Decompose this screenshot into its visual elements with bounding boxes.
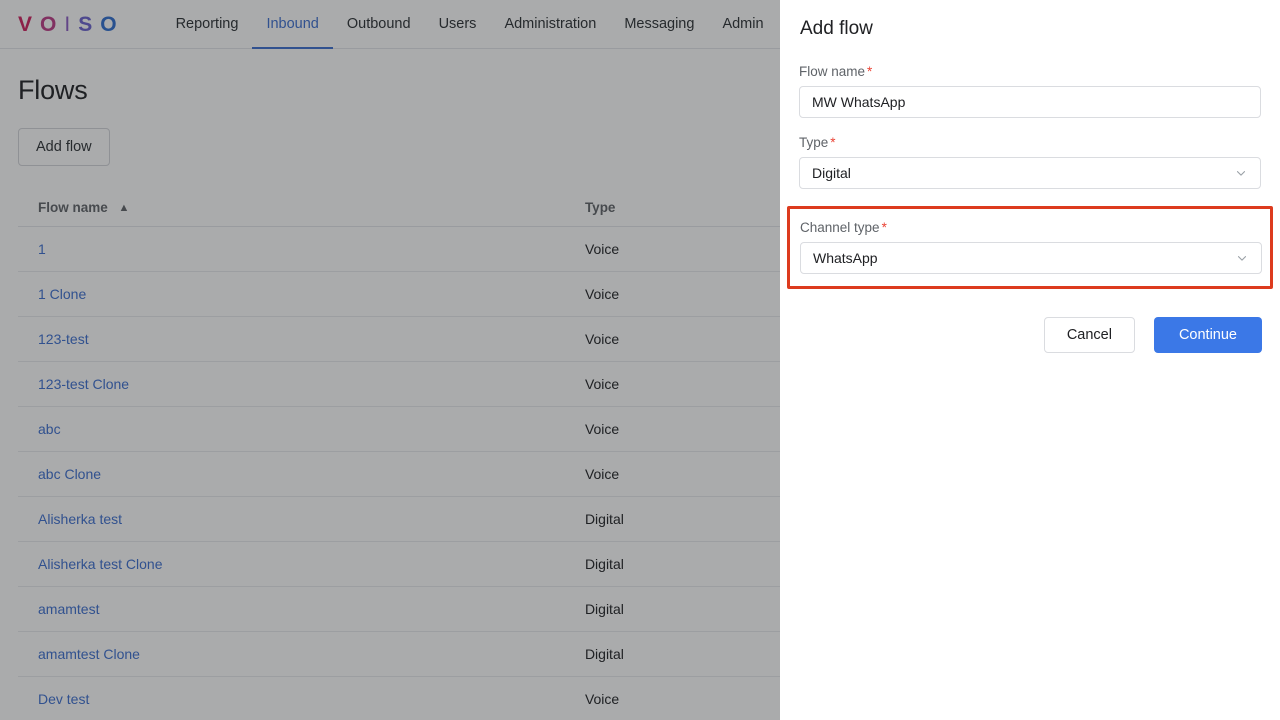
continue-button[interactable]: Continue — [1153, 317, 1262, 353]
type-label-text: Type — [799, 135, 829, 150]
field-flow-name: Flow name * MW WhatsApp — [799, 64, 1263, 118]
cancel-button[interactable]: Cancel — [1043, 317, 1135, 353]
type-select[interactable]: Digital — [799, 157, 1261, 189]
required-asterisk-icon: * — [830, 135, 836, 150]
chevron-down-icon — [1235, 251, 1249, 265]
type-select-value: Digital — [812, 165, 851, 181]
type-label: Type * — [799, 135, 1263, 150]
panel-title: Add flow — [800, 18, 873, 39]
app-root: V O I S O Reporting Inbound Outbound Use… — [0, 0, 1280, 720]
add-flow-panel: Add flow Flow name * MW WhatsApp Type * Di… — [780, 0, 1280, 720]
flow-name-label-text: Flow name — [799, 64, 866, 79]
required-asterisk-icon: * — [867, 64, 873, 79]
channel-type-select[interactable]: WhatsApp — [800, 242, 1262, 274]
channel-type-highlight: Channel type * WhatsApp — [787, 206, 1273, 289]
field-type: Type * Digital — [799, 135, 1263, 189]
field-channel-type: Channel type * WhatsApp — [800, 220, 1262, 274]
flow-name-input[interactable]: MW WhatsApp — [799, 86, 1261, 118]
flow-name-label: Flow name * — [799, 64, 1263, 79]
panel-actions: Cancel Continue — [799, 317, 1263, 353]
chevron-down-icon — [1234, 166, 1248, 180]
channel-type-select-value: WhatsApp — [813, 250, 878, 266]
required-asterisk-icon: * — [881, 220, 887, 235]
channel-type-label: Channel type * — [800, 220, 1261, 235]
channel-type-label-text: Channel type — [800, 220, 880, 235]
